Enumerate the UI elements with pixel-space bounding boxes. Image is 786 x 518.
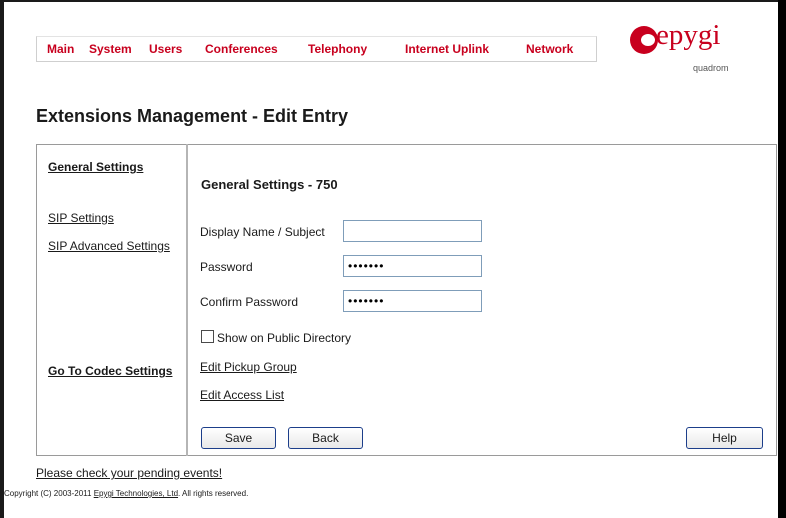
section-title: General Settings - 750 [201,177,338,192]
main-menu-bar: Main System Users Conferences Telephony … [36,36,597,62]
back-button[interactable]: Back [288,427,363,449]
copyright-company-link[interactable]: Epygi Technologies, Ltd [94,489,178,498]
password-label: Password [200,260,253,274]
page-title: Extensions Management - Edit Entry [36,106,349,126]
menu-item-telephony[interactable]: Telephony [308,42,367,56]
pending-events-link[interactable]: Please check your pending events! [36,466,222,480]
sidebar-link-general-settings[interactable]: General Settings [48,160,143,174]
window-frame-top [0,0,786,2]
window-frame-left [0,0,4,518]
logo-word: epygi [656,19,721,51]
confirm-password-label: Confirm Password [200,295,299,309]
logo-mark-icon [630,26,658,54]
password-input[interactable] [343,255,482,277]
sidebar-link-sip-settings[interactable]: SIP Settings [48,211,114,225]
menu-item-conferences[interactable]: Conferences [205,42,278,56]
epygi-logo: epygi quadrom [630,19,740,83]
menu-item-network[interactable]: Network [526,42,573,56]
edit-pickup-group-link[interactable]: Edit Pickup Group [200,360,297,374]
confirm-password-input[interactable] [343,290,482,312]
sidebar-link-sip-advanced-settings[interactable]: SIP Advanced Settings [48,239,170,253]
menu-item-internet-uplink[interactable]: Internet Uplink [405,42,489,56]
show-public-directory-checkbox[interactable] [201,330,214,343]
copyright-suffix: . All rights reserved. [178,489,249,498]
display-name-label: Display Name / Subject [200,225,325,239]
copyright-text: Copyright (C) 2003-2011 Epygi Technologi… [4,489,248,498]
menu-item-users[interactable]: Users [149,42,182,56]
sidebar-link-codec-settings[interactable]: Go To Codec Settings [48,364,172,378]
logo-subtitle: quadrom [693,63,729,73]
menu-item-system[interactable]: System [89,42,132,56]
display-name-input[interactable] [343,220,482,242]
save-button[interactable]: Save [201,427,276,449]
panel-divider [186,144,188,456]
copyright-prefix: Copyright (C) 2003-2011 [4,489,94,498]
window-frame-right [778,0,786,518]
show-public-directory-label: Show on Public Directory [217,331,352,345]
menu-item-main[interactable]: Main [47,42,74,56]
edit-access-list-link[interactable]: Edit Access List [200,388,284,402]
help-button[interactable]: Help [686,427,763,449]
